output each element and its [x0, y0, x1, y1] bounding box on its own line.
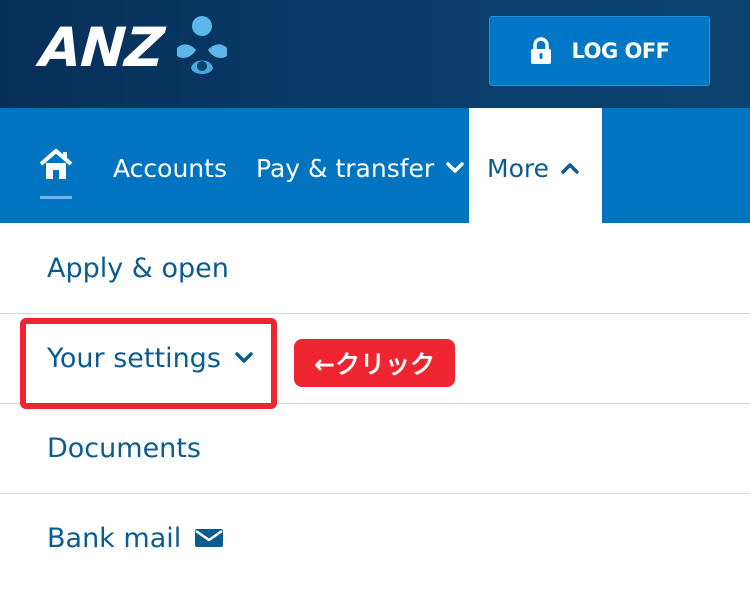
chevron-up-icon — [561, 163, 579, 174]
callout-text: ←クリック — [314, 350, 435, 379]
menu-item-label: Bank mail — [47, 522, 182, 554]
chevron-down-icon — [235, 352, 253, 363]
top-header: ANZ LOG OFF — [0, 0, 750, 108]
menu-item-label: Your settings — [47, 342, 221, 374]
click-callout: ←クリック — [294, 339, 455, 387]
lock-icon — [531, 37, 552, 64]
log-off-label: LOG OFF — [571, 39, 670, 63]
anz-logo[interactable]: ANZ — [37, 12, 235, 82]
anz-people-logo-icon — [177, 16, 228, 74]
menu-item-bank-mail[interactable]: Bank mail — [0, 493, 750, 583]
nav-pay-label: Pay & transfer — [256, 153, 435, 183]
main-nav: Accounts Pay & transfer More — [0, 108, 750, 223]
nav-home[interactable] — [38, 148, 74, 208]
nav-pay-transfer[interactable]: Pay & transfer — [256, 148, 464, 188]
menu-item-documents[interactable]: Documents — [0, 403, 750, 493]
log-off-button[interactable]: LOG OFF — [489, 16, 710, 86]
menu-item-label: Apply & open — [47, 252, 229, 284]
nav-accounts-label: Accounts — [113, 153, 227, 183]
brand-name: ANZ — [37, 15, 166, 79]
menu-item-label: Documents — [47, 432, 201, 464]
nav-more-label: More — [487, 153, 549, 183]
chevron-down-icon — [446, 162, 464, 173]
mail-icon — [195, 529, 224, 547]
nav-accounts[interactable]: Accounts — [113, 148, 227, 188]
home-icon — [39, 149, 73, 179]
nav-more[interactable]: More — [487, 148, 579, 188]
menu-item-apply-open[interactable]: Apply & open — [0, 223, 750, 313]
home-active-underline — [40, 196, 72, 199]
